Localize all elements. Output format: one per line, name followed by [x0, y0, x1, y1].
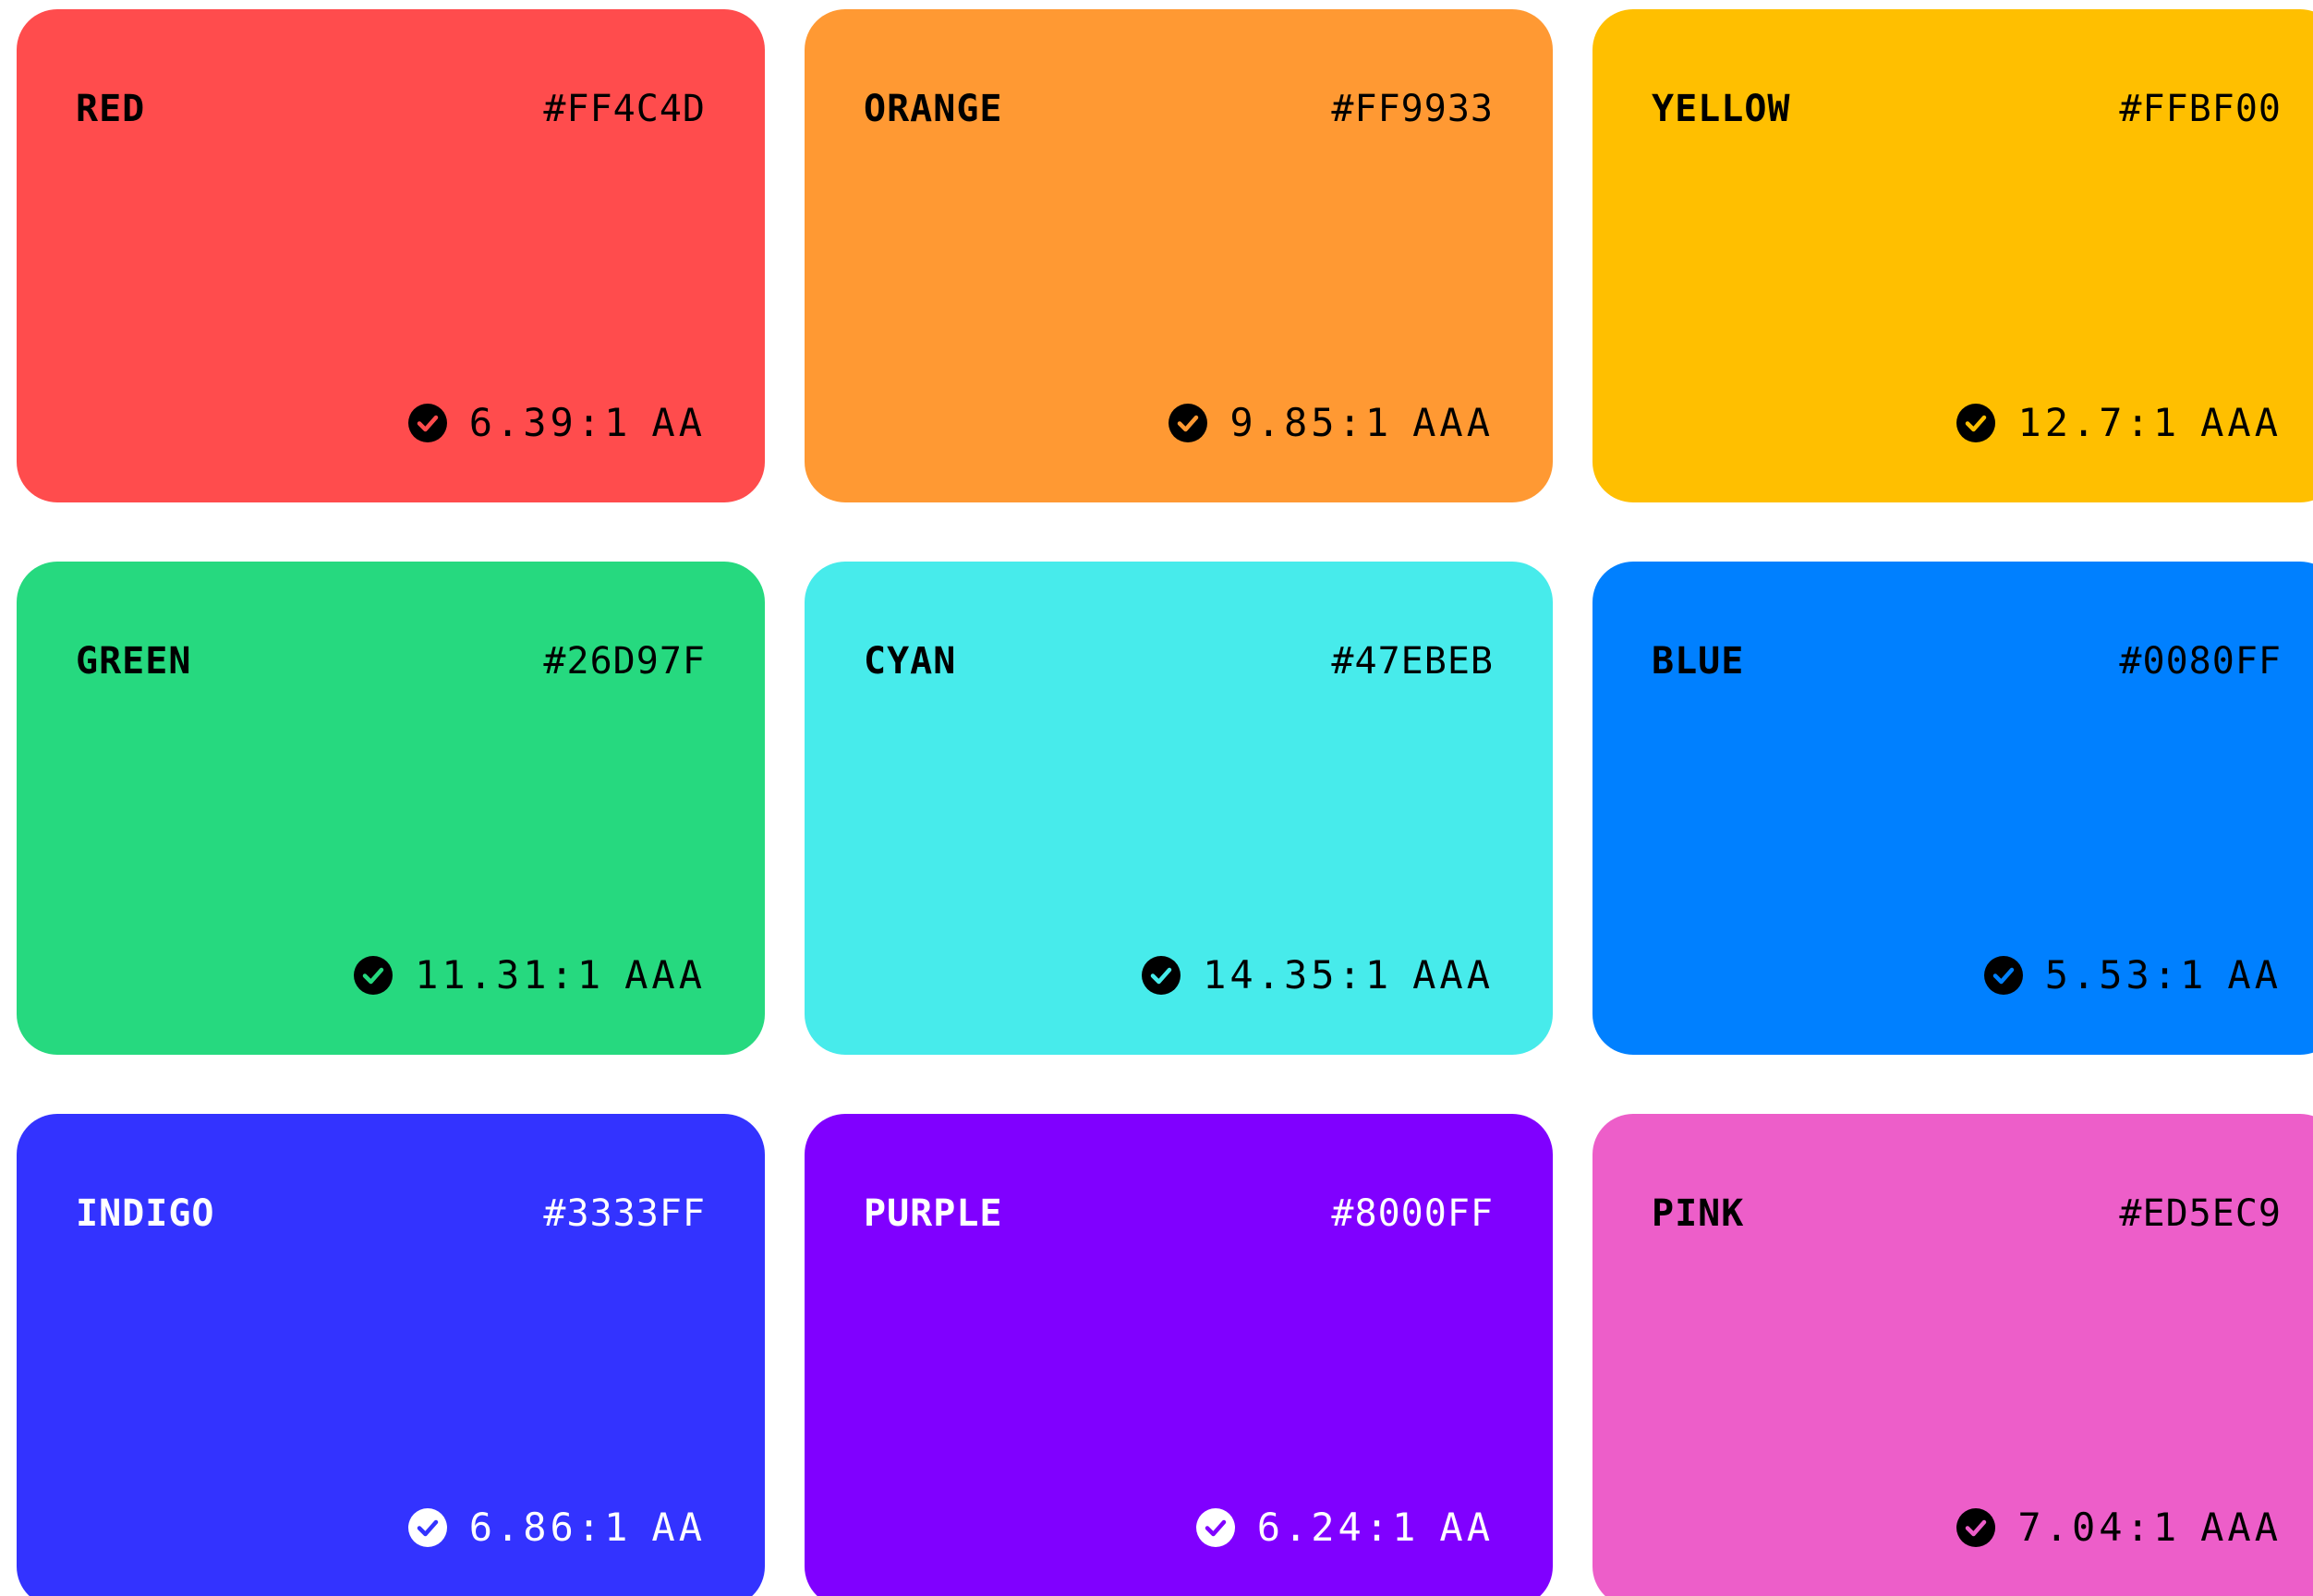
contrast-badge: 9.85:1 AAA: [1169, 401, 1494, 445]
color-card-cyan[interactable]: CYAN #47EBEB 14.35:1 AAA: [805, 562, 1553, 1055]
color-name: CYAN: [864, 640, 957, 683]
check-circle-icon: [407, 1508, 447, 1547]
check-circle-icon: [407, 404, 447, 442]
color-name: PINK: [1652, 1192, 1745, 1235]
contrast-badge: 12.7:1 AAA: [1956, 401, 2282, 445]
check-circle-icon: [1983, 956, 2023, 995]
color-hex: #FF4C4D: [543, 88, 706, 130]
color-hex: #26D97F: [543, 640, 706, 683]
contrast-ratio: 9.85:1: [1229, 400, 1393, 445]
color-card-yellow[interactable]: YELLOW #FFBF00 12.7:1 AAA: [1592, 9, 2313, 502]
wcag-level: AAA: [2200, 1505, 2282, 1550]
color-hex: #3333FF: [543, 1192, 706, 1235]
color-card-blue[interactable]: BLUE #0080FF 5.53:1 AA: [1592, 562, 2313, 1055]
color-card-red[interactable]: RED #FF4C4D 6.39:1 AA: [17, 9, 765, 502]
contrast-badge: 5.53:1 AA: [1983, 952, 2282, 998]
color-name: RED: [76, 88, 146, 130]
color-grid: RED #FF4C4D 6.39:1 AA ORANGE #FF9933 9.8…: [0, 0, 2313, 1596]
contrast-badge: 14.35:1 AAA: [1142, 953, 1494, 998]
contrast-ratio: 5.53:1: [2044, 952, 2208, 998]
wcag-level: AAA: [1412, 400, 1494, 445]
wcag-level: AA: [2227, 952, 2282, 998]
contrast-ratio: 7.04:1: [2017, 1505, 2181, 1550]
check-circle-icon: [354, 956, 394, 995]
contrast-badge: 6.39:1 AA: [407, 400, 706, 445]
wcag-level: AA: [1439, 1505, 1494, 1550]
wcag-level: AA: [651, 400, 706, 445]
check-circle-icon: [1956, 404, 1996, 442]
color-hex: #FF9933: [1331, 88, 1494, 130]
color-name: INDIGO: [76, 1192, 215, 1235]
contrast-ratio: 6.39:1: [468, 400, 632, 445]
color-name: PURPLE: [864, 1192, 1003, 1235]
color-name: ORANGE: [864, 88, 1003, 130]
color-hex: #ED5EC9: [2119, 1192, 2282, 1235]
contrast-badge: 6.24:1 AA: [1195, 1505, 1494, 1550]
contrast-ratio: 12.7:1: [2017, 400, 2181, 445]
contrast-ratio: 6.86:1: [468, 1505, 632, 1550]
wcag-level: AA: [651, 1505, 706, 1550]
contrast-badge: 7.04:1 AAA: [1956, 1505, 2282, 1550]
contrast-badge: 6.86:1 AA: [407, 1505, 706, 1550]
check-circle-icon: [1956, 1508, 1996, 1547]
check-circle-icon: [1169, 404, 1208, 442]
color-name: YELLOW: [1652, 88, 1791, 130]
contrast-ratio: 11.31:1: [415, 952, 605, 998]
color-hex: #0080FF: [2119, 640, 2282, 683]
color-card-indigo[interactable]: INDIGO #3333FF 6.86:1 AA: [17, 1114, 765, 1596]
check-circle-icon: [1195, 1508, 1235, 1547]
contrast-ratio: 6.24:1: [1256, 1505, 1420, 1550]
check-circle-icon: [1142, 956, 1181, 995]
color-hex: #FFBF00: [2119, 88, 2282, 130]
wcag-level: AAA: [624, 952, 706, 998]
color-card-orange[interactable]: ORANGE #FF9933 9.85:1 AAA: [805, 9, 1553, 502]
wcag-level: AAA: [2200, 400, 2282, 445]
color-hex: #47EBEB: [1331, 640, 1494, 683]
color-name: BLUE: [1652, 640, 1745, 683]
color-card-purple[interactable]: PURPLE #8000FF 6.24:1 AA: [805, 1114, 1553, 1596]
color-name: GREEN: [76, 640, 192, 683]
contrast-ratio: 14.35:1: [1203, 952, 1393, 998]
color-card-green[interactable]: GREEN #26D97F 11.31:1 AAA: [17, 562, 765, 1055]
color-card-pink[interactable]: PINK #ED5EC9 7.04:1 AAA: [1592, 1114, 2313, 1596]
wcag-level: AAA: [1412, 952, 1494, 998]
contrast-badge: 11.31:1 AAA: [354, 953, 706, 998]
color-hex: #8000FF: [1331, 1192, 1494, 1235]
